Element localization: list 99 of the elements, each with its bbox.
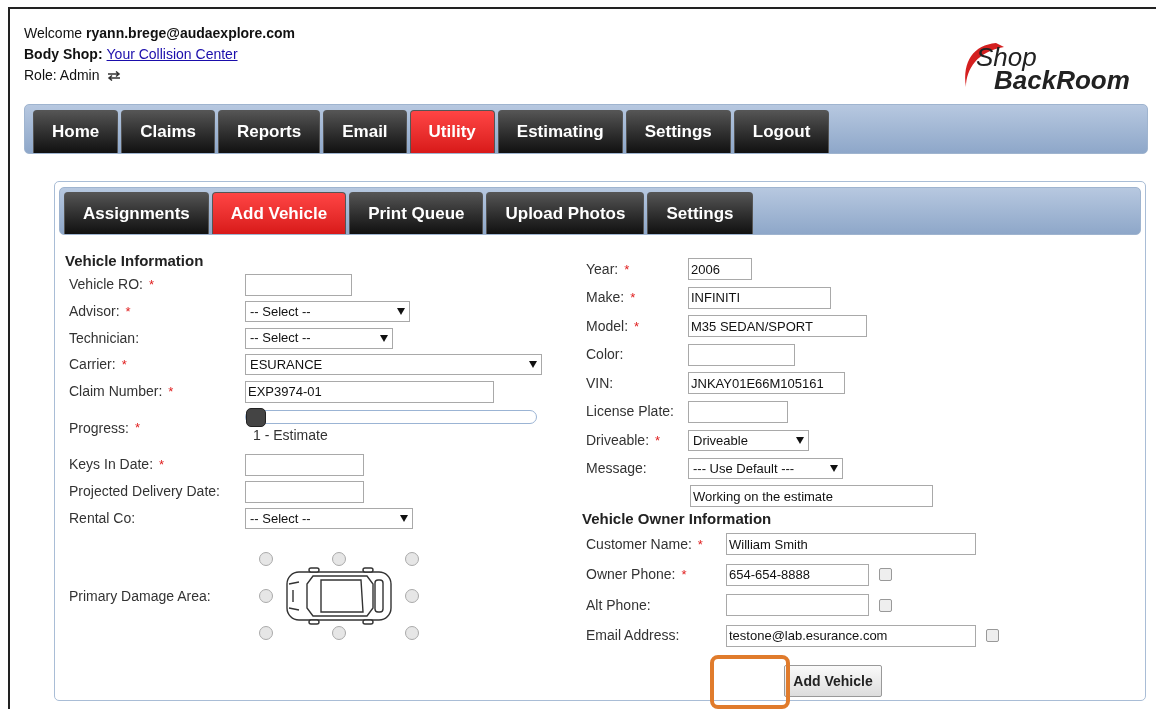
nav-tab[interactable]: Estimating (497, 110, 623, 153)
input-field[interactable] (245, 453, 364, 476)
field-label: Message: (586, 459, 647, 479)
radio-button[interactable] (405, 552, 419, 566)
field-label: Customer Name: (586, 534, 692, 554)
select-field[interactable]: -- Select -- (245, 327, 393, 349)
field-label: Model: (586, 316, 629, 336)
car-icon (283, 566, 395, 626)
radio-button[interactable] (259, 589, 273, 603)
input-field[interactable]: William Smith (726, 533, 976, 556)
checkbox[interactable] (879, 598, 892, 612)
select-field[interactable]: -- Select -- (245, 508, 413, 529)
field-label: Primary Damage Area: (69, 586, 211, 606)
nav-tab[interactable]: Email (323, 110, 407, 153)
nav-tab[interactable]: Claims (121, 110, 215, 153)
input-field[interactable] (245, 273, 352, 296)
progress-reading: 1 - Estimate (253, 426, 329, 445)
field-label: Carrier: (69, 355, 116, 374)
input-field[interactable]: testone@lab.esurance.com (726, 624, 976, 647)
role-label: Role: Admin (24, 66, 100, 85)
caret-icon (796, 436, 804, 444)
input-field[interactable]: INFINITI (688, 286, 831, 309)
input-field[interactable]: M35 SEDAN/SPORT (688, 315, 867, 338)
required-mark: * (134, 419, 140, 438)
nav-tab[interactable]: Logout (733, 110, 830, 153)
required-mark: * (681, 566, 687, 584)
input-field[interactable] (726, 594, 869, 617)
caret-icon (830, 465, 838, 473)
input-field[interactable]: Working on the estimate (690, 485, 933, 507)
radio-button[interactable] (332, 626, 346, 640)
field-label: License Plate: (586, 402, 674, 422)
radio-button[interactable] (259, 552, 273, 566)
required-mark: * (121, 355, 127, 374)
field-label: Progress: (69, 418, 129, 438)
sub-tab[interactable]: Upload Photos (486, 192, 645, 234)
radio-button[interactable] (405, 589, 419, 603)
sub-tab[interactable]: Print Queue (349, 192, 484, 234)
section-title: Vehicle Owner Information (582, 509, 773, 529)
field-label: Keys In Date: (69, 455, 154, 474)
caret-icon (397, 308, 405, 315)
field-label: Claim Number: (69, 382, 163, 401)
input-field[interactable] (245, 480, 364, 503)
welcome-label: Welcome (24, 24, 83, 43)
user-email: ryann.brege@audaexplore.com (86, 24, 296, 43)
field-label: Owner Phone: (586, 565, 676, 585)
field-label: VIN: (586, 373, 614, 393)
field-label: Technician: (69, 328, 140, 348)
required-mark: * (125, 302, 131, 321)
input-field[interactable] (688, 400, 788, 423)
required-mark: * (655, 431, 661, 450)
caret-icon (380, 334, 388, 342)
field-label: Year: (586, 259, 619, 279)
field-label: Vehicle RO: (69, 275, 143, 294)
field-label: Projected Delivery Date: (69, 482, 220, 501)
body-shop-label: Body Shop: (24, 45, 103, 64)
input-field[interactable]: EXP3974-01 (245, 380, 494, 403)
nav-tab[interactable]: Settings (625, 110, 731, 153)
input-field[interactable]: 2006 (688, 258, 752, 281)
nav-tab[interactable]: Reports (218, 110, 321, 153)
select-field[interactable]: Driveable (688, 429, 809, 451)
input-field[interactable] (688, 343, 795, 366)
checkbox[interactable] (986, 629, 999, 643)
add-vehicle-button[interactable]: Add Vehicle (784, 665, 882, 697)
select-field[interactable]: -- Select -- (245, 301, 410, 322)
body-shop-link[interactable]: Your Collision Center (106, 44, 238, 65)
slider-track[interactable] (245, 410, 537, 424)
sub-tab[interactable]: Settings (647, 192, 753, 234)
required-mark: * (624, 260, 630, 279)
required-mark: * (630, 289, 636, 307)
radio-button[interactable] (259, 626, 273, 640)
radio-button[interactable] (405, 626, 419, 640)
required-mark: * (634, 317, 640, 336)
nav-tab[interactable]: Utility (409, 110, 495, 153)
field-label: Alt Phone: (586, 595, 651, 615)
required-mark: * (148, 275, 154, 294)
required-mark: * (697, 535, 703, 554)
section-title: Vehicle Information (65, 251, 205, 271)
sub-tab[interactable]: Add Vehicle (211, 192, 347, 234)
field-label: Email Address: (586, 626, 680, 646)
required-mark: * (159, 455, 165, 474)
logo: Shop BackRoom (956, 39, 1146, 101)
caret-icon (529, 361, 537, 368)
select-field[interactable]: ESURANCE (245, 354, 542, 375)
field-label: Rental Co: (69, 509, 136, 528)
radio-button[interactable] (332, 552, 346, 566)
slider-thumb[interactable] (246, 408, 266, 427)
sub-tab[interactable]: Assignments (64, 192, 209, 234)
checkbox[interactable] (879, 568, 892, 582)
caret-icon (400, 515, 408, 522)
select-field[interactable]: --- Use Default --- (688, 458, 843, 480)
field-label: Driveable: (586, 430, 650, 450)
field-label: Make: (586, 288, 625, 308)
nav-tab[interactable]: Home (33, 110, 119, 153)
field-label: Color: (586, 345, 624, 365)
input-field[interactable]: 654-654-8888 (726, 563, 869, 586)
required-mark: * (168, 382, 174, 401)
field-label: Advisor: (69, 302, 120, 321)
swap-icon[interactable] (107, 70, 122, 81)
input-field[interactable]: JNKAY01E66M105161 (688, 372, 845, 395)
